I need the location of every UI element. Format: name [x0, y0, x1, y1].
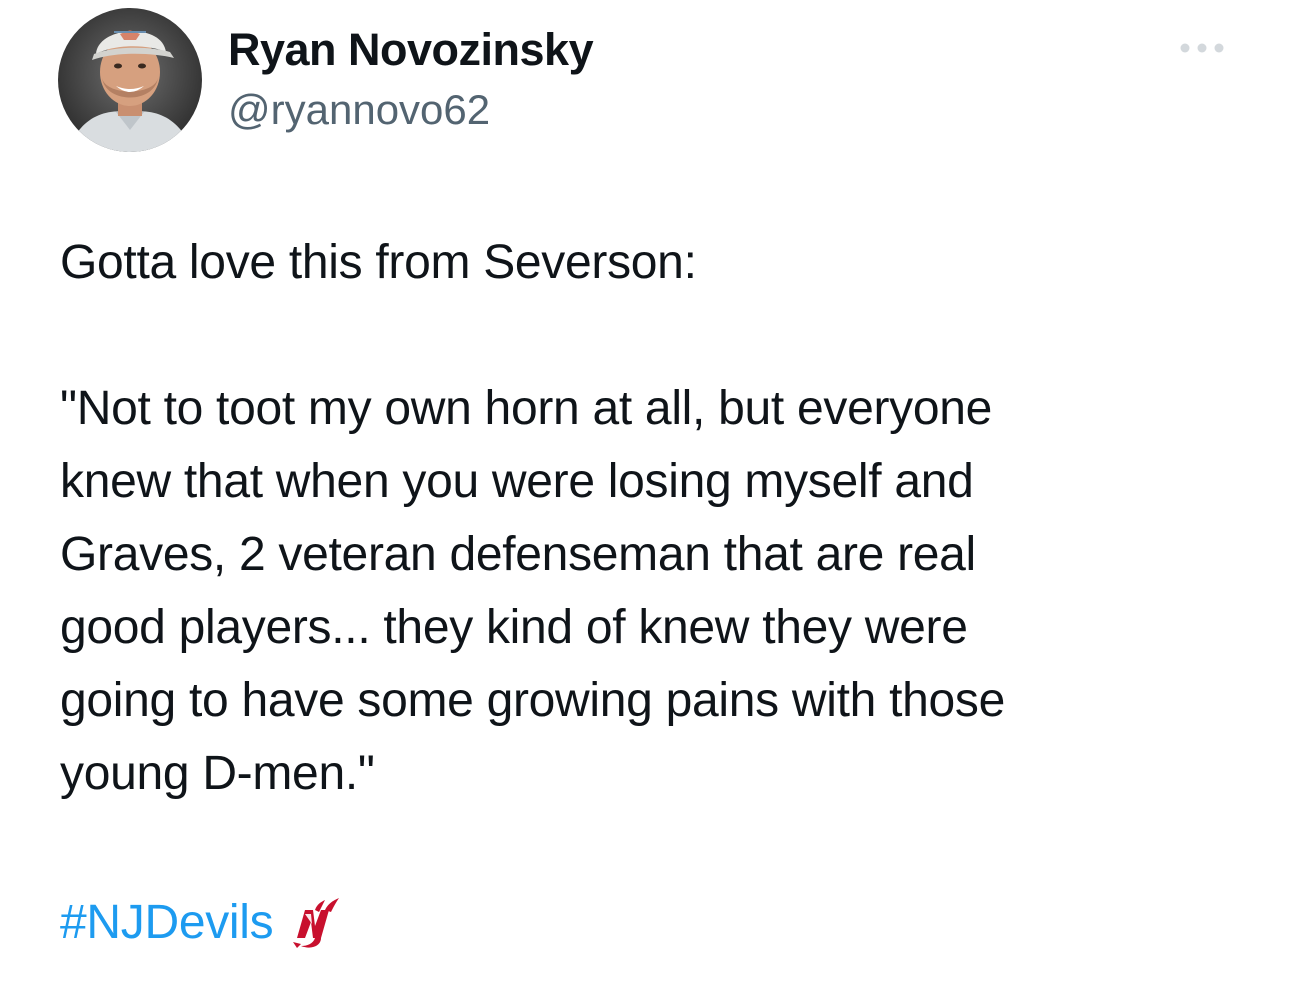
- tweet-text: Gotta love this from Severson: "Not to t…: [60, 226, 1240, 810]
- more-dots-icon: [1180, 43, 1224, 53]
- more-options-button[interactable]: [1172, 30, 1232, 66]
- nj-devils-logo-icon: [285, 892, 345, 952]
- avatar[interactable]: [58, 8, 202, 152]
- tweet-line: good players... they kind of knew they w…: [60, 601, 968, 654]
- author-handle[interactable]: @ryannovo62: [228, 84, 490, 136]
- tweet-line: going to have some growing pains with th…: [60, 674, 1006, 727]
- tweet-line: knew that when you were losing myself an…: [60, 455, 974, 508]
- profile-photo-icon: [58, 8, 202, 152]
- tweet-line: young D-men.": [60, 747, 375, 800]
- tweet-line: Gotta love this from Severson:: [60, 236, 697, 289]
- hashtag-row: #NJDevils: [60, 884, 345, 960]
- tweet-card: Ryan Novozinsky @ryannovo62 Gotta love t…: [0, 0, 1290, 1005]
- hashtag-link[interactable]: #NJDevils: [60, 895, 274, 950]
- tweet-line-blank: [60, 299, 1240, 372]
- tweet-line: Graves, 2 veteran defenseman that are re…: [60, 528, 976, 581]
- author-display-name[interactable]: Ryan Novozinsky: [228, 22, 594, 78]
- tweet-line: "Not to toot my own horn at all, but eve…: [60, 382, 993, 435]
